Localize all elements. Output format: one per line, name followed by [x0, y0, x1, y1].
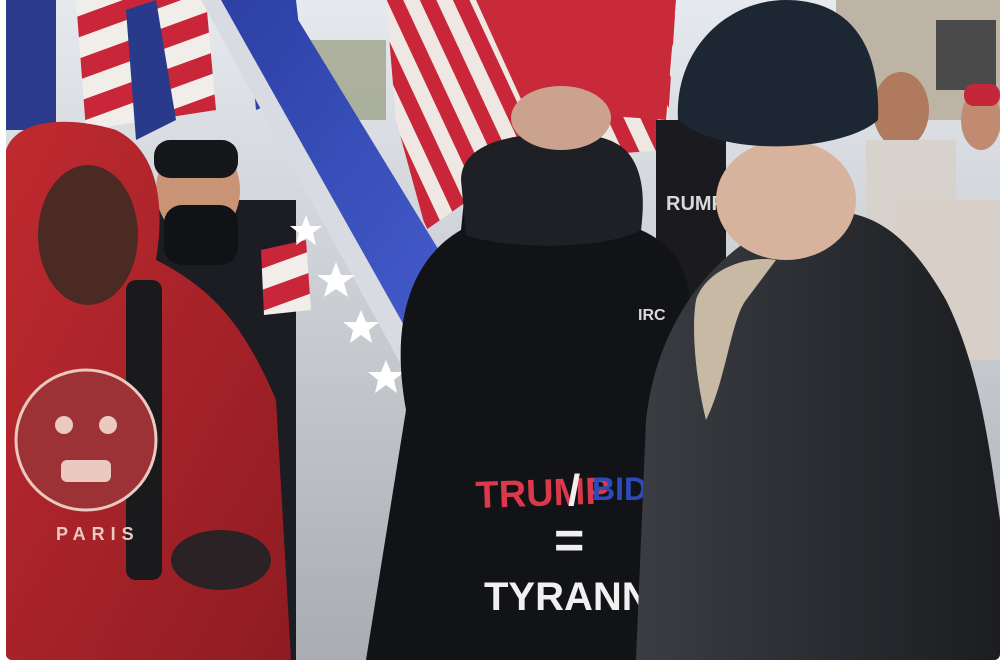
jacket-patch-text: IRC	[638, 307, 666, 324]
flag-left-blue	[6, 0, 56, 130]
bald-head-background	[511, 86, 611, 150]
crowd-photo: RUMP PARIS IRC TRUMP / BID = TYRANN	[6, 0, 1000, 660]
bottom-strip	[0, 660, 1000, 666]
building-window	[936, 20, 996, 90]
shirt-trump-text: TRUMP	[475, 470, 611, 517]
shirt-biden-text: BID	[592, 471, 647, 507]
background-sleeve-text: RUMP	[666, 193, 725, 215]
hoodie-brand-text: PARIS	[56, 524, 140, 544]
masked-person-cap	[154, 140, 238, 178]
shirt-slash-text: /	[568, 466, 580, 515]
beanie-person-neck	[716, 140, 856, 260]
masked-person-mask	[164, 205, 238, 265]
background-red-cap	[964, 84, 1000, 106]
hood-top	[461, 133, 643, 246]
background-person-head	[873, 72, 929, 148]
gloved-hand	[171, 530, 271, 590]
tiger-print-graphic	[14, 368, 158, 512]
red-hoodie-face	[38, 165, 138, 305]
shirt-equals-text: =	[554, 512, 584, 570]
flag-small-striped	[261, 240, 311, 315]
shirt-tyranny-text: TYRANN	[484, 575, 651, 619]
photo-frame: RUMP PARIS IRC TRUMP / BID = TYRANN	[6, 0, 1000, 660]
